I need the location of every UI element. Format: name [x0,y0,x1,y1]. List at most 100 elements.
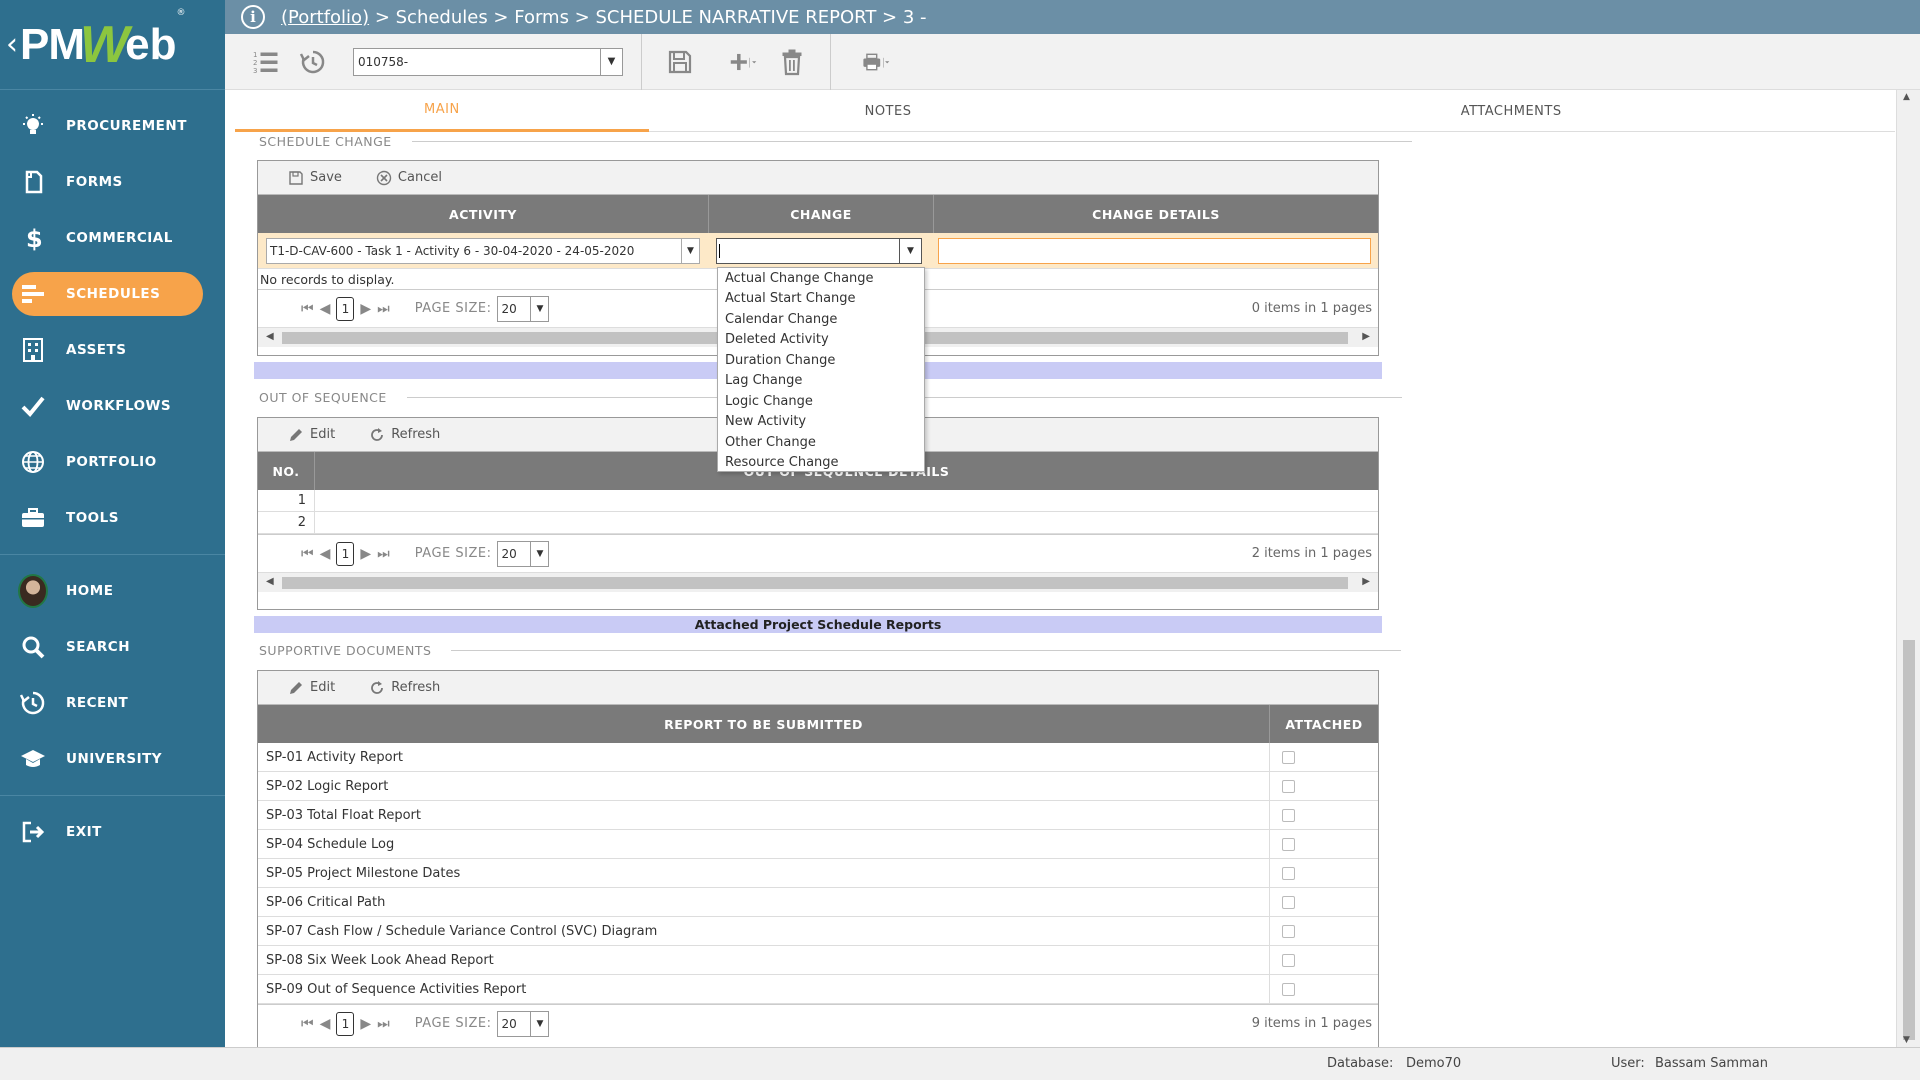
sidebar-item-forms[interactable]: FORMS [0,154,225,210]
last-page-icon[interactable]: ⏭ [377,546,390,562]
chevron-down-icon[interactable]: ▼ [600,48,622,75]
change-option[interactable]: Resource Change [718,453,924,474]
sidebar-item-tools[interactable]: TOOLS [0,490,225,546]
column-header-report[interactable]: REPORT TO BE SUBMITTED [258,705,1270,743]
table-row[interactable]: SP-03 Total Float Report [258,801,1378,830]
page-number[interactable]: 1 [336,1011,355,1036]
column-header-no[interactable]: NO. [258,452,315,490]
history-icon[interactable] [293,42,333,82]
change-option[interactable]: New Activity [718,412,924,433]
column-header-change-details[interactable]: CHANGE DETAILS [934,195,1378,233]
chevron-down-icon[interactable]: ▼ [899,238,921,263]
scroll-right-icon[interactable]: ▶ [1362,331,1370,342]
column-header-activity[interactable]: ACTIVITY [258,195,709,233]
scrollbar-thumb[interactable] [282,577,1348,589]
refresh-button[interactable]: Refresh [369,680,440,696]
attached-checkbox[interactable] [1282,953,1295,967]
first-page-icon[interactable]: ⏮ [301,1016,314,1032]
list-icon[interactable]: 123 [245,42,285,82]
scrollbar-thumb[interactable] [1903,640,1915,1040]
tab-main[interactable]: MAIN [235,90,649,132]
record-selector[interactable]: 010758- ▼ [353,47,623,76]
sidebar-item-workflows[interactable]: WORKFLOWS [0,378,225,434]
scroll-right-icon[interactable]: ▶ [1362,576,1370,587]
change-option[interactable]: Lag Change [718,371,924,392]
edit-button[interactable]: Edit [288,680,335,696]
pmweb-logo[interactable]: ‹ PM Web ® [0,0,225,90]
scroll-left-icon[interactable]: ◀ [266,331,274,342]
table-row[interactable]: SP-02 Logic Report [258,772,1378,801]
tab-attachments[interactable]: ATTACHMENTS [1127,90,1895,132]
first-page-icon[interactable]: ⏮ [301,301,314,317]
attached-checkbox[interactable] [1282,866,1295,880]
prev-page-icon[interactable]: ◀ [320,1016,331,1032]
last-page-icon[interactable]: ⏭ [377,301,390,317]
prev-page-icon[interactable]: ◀ [320,546,331,562]
table-row[interactable]: SP-05 Project Milestone Dates [258,859,1378,888]
chevron-down-icon[interactable]: ▼ [530,541,548,566]
change-details-input[interactable] [938,237,1371,264]
sidebar-item-portfolio[interactable]: PORTFOLIO [0,434,225,490]
page-size-select[interactable]: 20 ▼ [497,1010,550,1037]
attached-checkbox[interactable] [1282,750,1295,764]
change-select[interactable]: ▼ [716,237,922,264]
attached-checkbox[interactable] [1282,895,1295,909]
change-option[interactable]: Other Change [718,432,924,453]
sidebar-item-recent[interactable]: RECENT [0,675,225,731]
sidebar-item-procurement[interactable]: PROCUREMENT [0,98,225,154]
tab-notes[interactable]: NOTES [649,90,1128,132]
table-row[interactable]: SP-04 Schedule Log [258,830,1378,859]
sidebar-item-commercial[interactable]: $ COMMERCIAL [0,210,225,266]
scroll-up-icon[interactable]: ▲ [1903,92,1910,102]
refresh-button[interactable]: Refresh [369,427,440,443]
page-size-select[interactable]: 20 ▼ [497,295,550,322]
sidebar-item-search[interactable]: SEARCH [0,619,225,675]
attached-checkbox[interactable] [1282,808,1295,822]
edit-button[interactable]: Edit [288,427,335,443]
scroll-down-icon[interactable]: ▼ [1903,1035,1910,1045]
table-row[interactable]: 1 [258,490,1378,512]
next-page-icon[interactable]: ▶ [360,546,371,562]
prev-page-icon[interactable]: ◀ [320,301,331,317]
sidebar-item-home[interactable]: HOME [0,563,225,619]
sidebar-item-university[interactable]: UNIVERSITY [0,731,225,787]
change-option[interactable]: Logic Change [718,391,924,412]
save-button[interactable]: Save [288,170,342,186]
column-header-change[interactable]: CHANGE [709,195,934,233]
page-size-select[interactable]: 20 ▼ [497,540,550,567]
attached-checkbox[interactable] [1282,837,1295,851]
change-option[interactable]: Calendar Change [718,309,924,330]
horizontal-scrollbar[interactable]: ◀ ▶ [258,572,1378,592]
sidebar-item-schedules[interactable]: SCHEDULES [12,272,203,316]
chevron-down-icon[interactable]: ▼ [530,1011,548,1036]
table-row[interactable]: SP-08 Six Week Look Ahead Report [258,946,1378,975]
add-icon[interactable] [718,42,768,82]
cancel-button[interactable]: Cancel [376,170,442,186]
table-row[interactable]: SP-09 Out of Sequence Activities Report [258,975,1378,1004]
change-option[interactable]: Actual Start Change [718,289,924,310]
change-option[interactable]: Deleted Activity [718,330,924,351]
attached-checkbox[interactable] [1282,924,1295,938]
delete-icon[interactable] [772,42,812,82]
sidebar-item-assets[interactable]: ASSETS [0,322,225,378]
activity-select[interactable]: T1-D-CAV-600 - Task 1 - Activity 6 - 30-… [266,237,700,264]
info-icon[interactable]: i [241,5,265,29]
breadcrumb-portfolio-link[interactable]: (Portfolio) [281,7,369,28]
table-row[interactable]: 2 [258,512,1378,534]
first-page-icon[interactable]: ⏮ [301,546,314,562]
attached-checkbox[interactable] [1282,779,1295,793]
sidebar-item-exit[interactable]: EXIT [0,804,225,860]
page-number[interactable]: 1 [336,296,355,321]
change-option[interactable]: Actual Change Change [718,268,924,289]
vertical-scrollbar[interactable]: ▲ ▼ [1896,90,1920,1047]
attached-checkbox[interactable] [1282,982,1295,996]
save-icon[interactable] [660,42,700,82]
scroll-left-icon[interactable]: ◀ [266,576,274,587]
table-row[interactable]: SP-06 Critical Path [258,888,1378,917]
next-page-icon[interactable]: ▶ [360,301,371,317]
table-row[interactable]: SP-07 Cash Flow / Schedule Variance Cont… [258,917,1378,946]
collapse-chevron-icon[interactable]: ‹ [6,27,18,62]
next-page-icon[interactable]: ▶ [360,1016,371,1032]
chevron-down-icon[interactable]: ▼ [530,296,548,321]
print-icon[interactable] [849,42,903,82]
